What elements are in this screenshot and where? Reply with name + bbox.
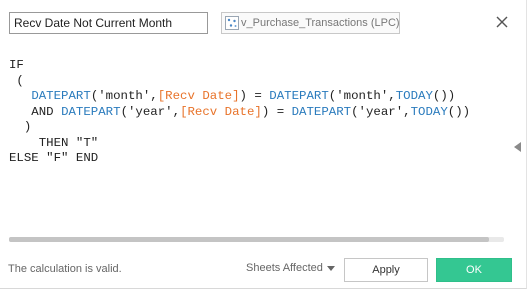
- code-token: TODAY: [410, 104, 448, 119]
- code-token: DATEPART: [269, 89, 329, 103]
- datasource-label: v_Purchase_Transactions (LPC): [221, 12, 400, 34]
- code-token: ): [9, 120, 32, 134]
- code-line: AND DATEPART('year',[Recv Date]) = DATEP…: [9, 105, 513, 121]
- code-token: (: [9, 73, 24, 88]
- code-token: ()): [447, 104, 471, 119]
- database-icon: [225, 16, 239, 30]
- code-token: ()): [432, 89, 456, 103]
- code-token: DATEPART: [61, 104, 121, 119]
- code-token: ) =: [239, 89, 270, 103]
- code-token: ('month',: [328, 89, 396, 103]
- code-token: ) =: [261, 104, 292, 119]
- chevron-down-icon: [326, 265, 335, 271]
- code-token: ELSE "F" END: [9, 151, 99, 165]
- code-token: ('year',: [351, 104, 411, 119]
- ok-button[interactable]: OK: [436, 258, 512, 282]
- code-token: ('month',: [90, 89, 158, 103]
- validation-status: The calculation is valid.: [8, 263, 122, 275]
- code-token: AND: [9, 104, 62, 119]
- horizontal-scrollbar[interactable]: [9, 237, 504, 242]
- sheets-affected-dropdown[interactable]: Sheets Affected: [246, 262, 335, 274]
- apply-button[interactable]: Apply: [344, 258, 428, 282]
- code-token: ('year',: [120, 104, 181, 119]
- code-token: IF: [9, 58, 24, 72]
- scrollbar-thumb[interactable]: [9, 237, 489, 242]
- code-line: ): [9, 120, 513, 136]
- close-icon[interactable]: [494, 14, 510, 30]
- code-token: THEN "T": [9, 135, 99, 150]
- code-line: DATEPART('month',[Recv Date]) = DATEPART…: [9, 89, 513, 105]
- calculation-name-input[interactable]: [9, 12, 208, 34]
- code-line: IF: [9, 58, 513, 74]
- calculation-editor-dialog: v_Purchase_Transactions (LPC) IF ( DATEP…: [0, 0, 527, 289]
- code-token: DATEPART: [291, 104, 352, 119]
- code-line: THEN "T": [9, 136, 513, 152]
- code-token: DATEPART: [31, 89, 91, 103]
- code-token: [Recv Date]: [157, 89, 240, 103]
- code-token: [Recv Date]: [180, 104, 262, 119]
- code-line: (: [9, 74, 513, 90]
- code-token: TODAY: [395, 89, 433, 103]
- code-line: ELSE "F" END: [9, 151, 513, 167]
- sheets-affected-label: Sheets Affected: [246, 262, 323, 274]
- formula-editor[interactable]: IF ( DATEPART('month',[Recv Date]) = DAT…: [9, 55, 513, 235]
- datasource-name: v_Purchase_Transactions (LPC): [241, 17, 400, 29]
- expand-panel-arrow-icon[interactable]: [514, 142, 521, 152]
